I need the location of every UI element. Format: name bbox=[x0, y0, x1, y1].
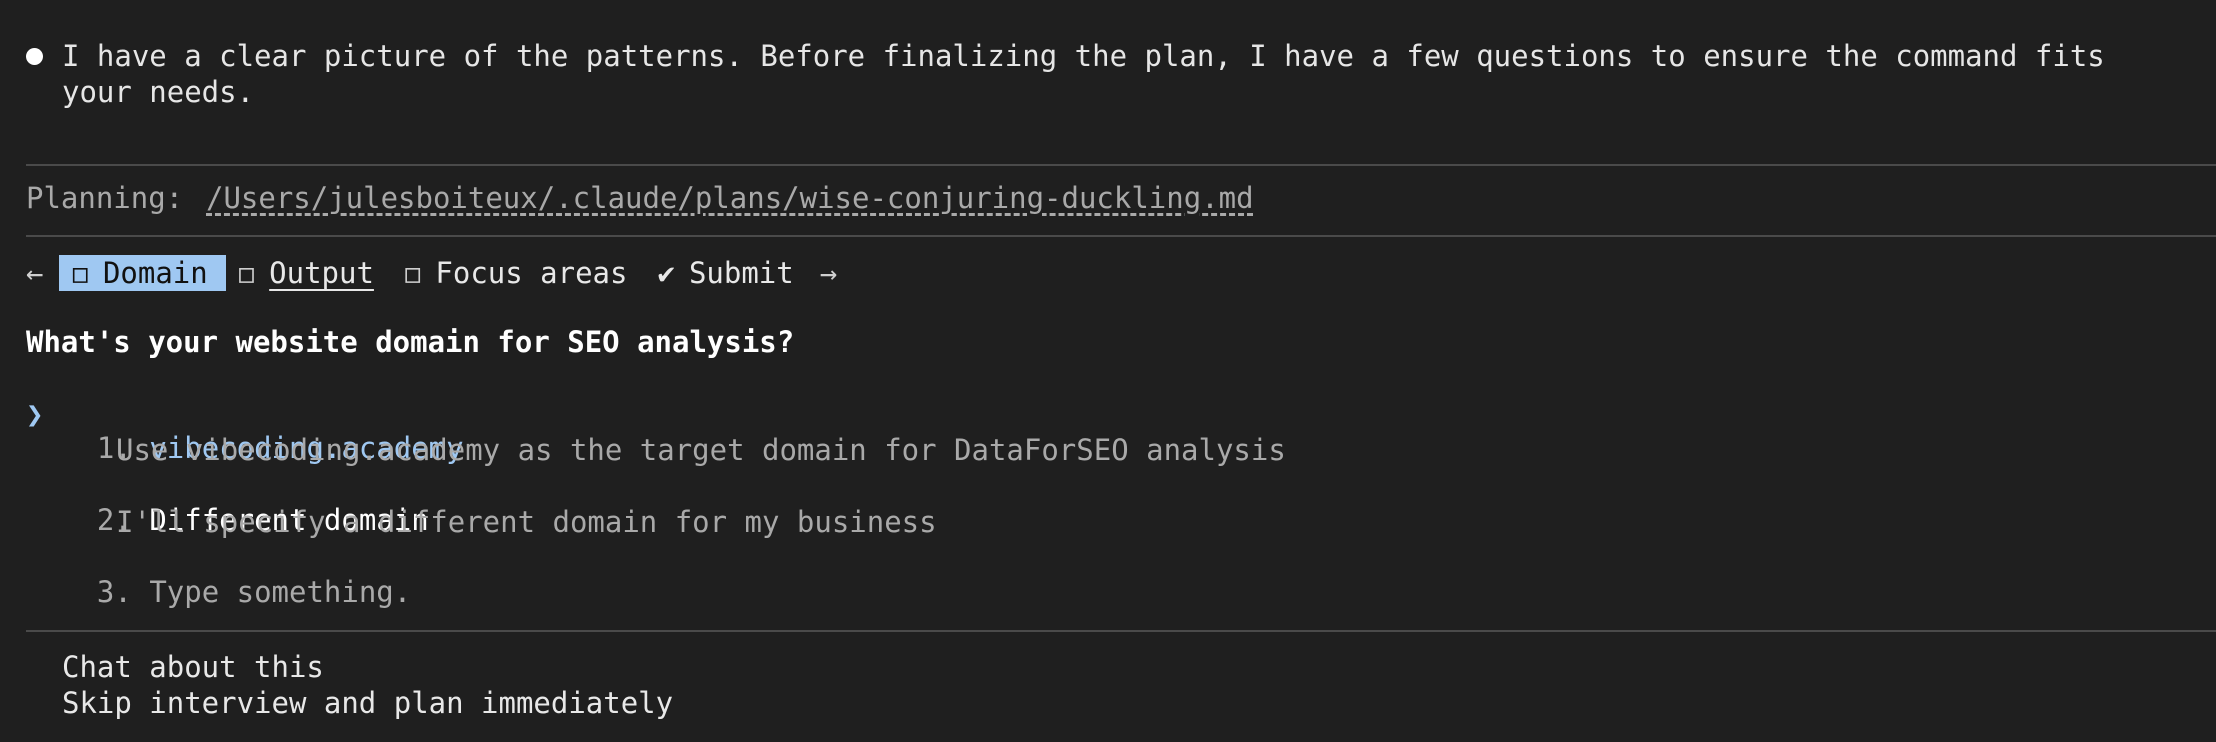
divider-planning bbox=[26, 235, 2216, 237]
tab-label: Submit bbox=[688, 256, 794, 290]
option-3-type-something[interactable]: 3. Type something. bbox=[62, 541, 411, 609]
message-line-1: I have a clear picture of the patterns. … bbox=[62, 39, 2105, 73]
question-title: What's your website domain for SEO analy… bbox=[26, 325, 795, 359]
prev-arrow-icon[interactable]: ← bbox=[26, 256, 43, 290]
tab-output[interactable]: ◻ Output bbox=[226, 255, 392, 291]
divider-top bbox=[26, 164, 2216, 166]
message-bullet-icon bbox=[26, 48, 43, 65]
planning-label: Planning: bbox=[26, 181, 201, 215]
question-tabs: ← ◻ Domain ◻ Output ◻ Focus areas ✔ Submit → bbox=[26, 254, 837, 292]
skip-interview-option[interactable]: Skip interview and plan immediately bbox=[62, 686, 673, 720]
tab-label: Domain bbox=[102, 256, 208, 290]
tab-domain[interactable]: ◻ Domain bbox=[59, 255, 226, 291]
option-number: 3. bbox=[96, 575, 132, 609]
option-placeholder: Type something. bbox=[149, 575, 412, 609]
selection-pointer-icon: ❯ bbox=[26, 397, 44, 431]
next-arrow-icon[interactable]: → bbox=[820, 256, 837, 290]
tab-label: Output bbox=[269, 256, 374, 290]
checkbox-empty-icon: ◻ bbox=[71, 256, 89, 290]
checkbox-empty-icon: ◻ bbox=[237, 256, 256, 290]
option-1-description: Use vibecoding.academy as the target dom… bbox=[116, 433, 1286, 467]
checkbox-empty-icon: ◻ bbox=[403, 256, 422, 290]
tab-focus-areas[interactable]: ◻ Focus areas bbox=[392, 255, 646, 291]
divider-footer bbox=[26, 630, 2216, 632]
checkmark-icon: ✔ bbox=[657, 256, 675, 290]
tab-label: Focus areas bbox=[435, 256, 628, 290]
planning-path-link[interactable]: /Users/julesboiteux/.claude/plans/wise-c… bbox=[206, 181, 1254, 215]
chat-about-this-option[interactable]: Chat about this bbox=[62, 650, 324, 684]
tab-submit[interactable]: ✔ Submit bbox=[645, 255, 811, 291]
option-2-description: I'll specify a different domain for my b… bbox=[116, 505, 937, 539]
message-line-2: your needs. bbox=[62, 75, 255, 109]
